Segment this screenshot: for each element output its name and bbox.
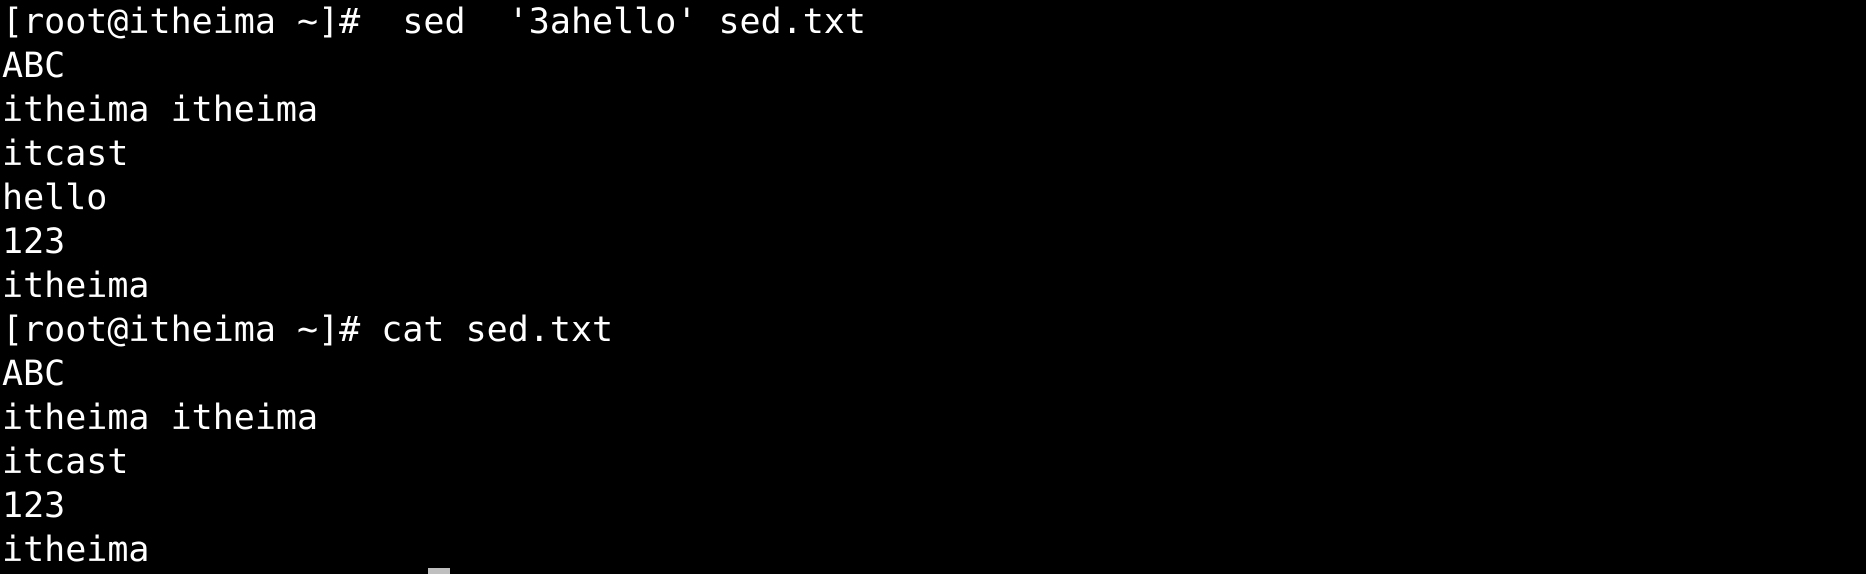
prompt-line-cat: [root@itheima ~]# cat sed.txt <box>2 310 614 350</box>
output-line: itheima itheima <box>2 398 319 438</box>
prompt-line-sed: [root@itheima ~]# sed '3ahello' sed.txt <box>2 2 866 42</box>
output-line: 123 <box>2 486 66 526</box>
output-line: hello <box>2 178 108 218</box>
output-line: 123 <box>2 222 66 262</box>
output-line: itcast <box>2 442 129 482</box>
terminal-window[interactable]: [root@itheima ~]# sed '3ahello' sed.txt … <box>0 0 1866 574</box>
output-line: itheima <box>2 530 150 570</box>
output-line: ABC <box>2 46 66 86</box>
output-line: itheima <box>2 266 150 306</box>
output-line: ABC <box>2 354 66 394</box>
output-line: itcast <box>2 134 129 174</box>
text-cursor <box>428 568 450 574</box>
output-line: itheima itheima <box>2 90 319 130</box>
